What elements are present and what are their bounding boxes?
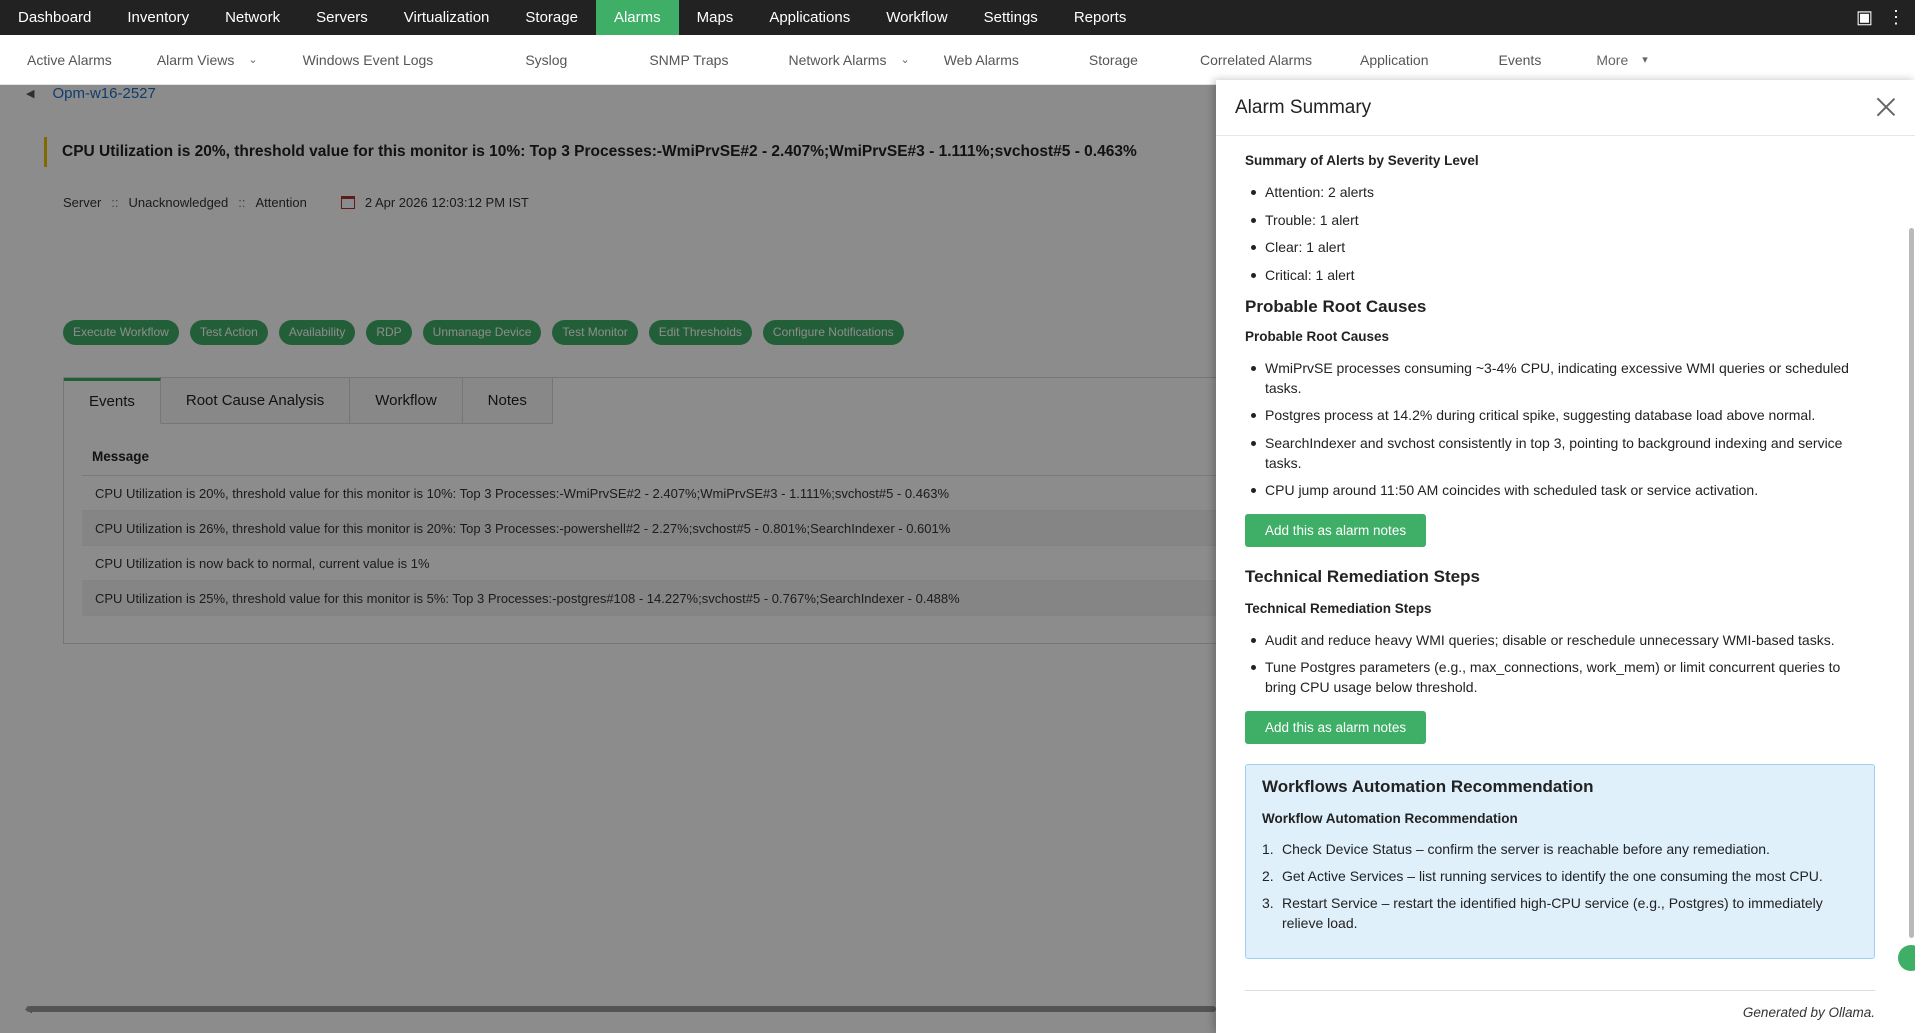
nav-maps[interactable]: Maps [679, 0, 752, 35]
subnav-label: Web Alarms [943, 51, 1019, 68]
subnav-syslog[interactable]: Syslog [451, 52, 585, 68]
close-icon[interactable] [1875, 96, 1897, 118]
nav-alarms[interactable]: Alarms [595, 0, 679, 35]
remediation-subtitle: Technical Remediation Steps [1245, 600, 1432, 616]
nav-inventory[interactable]: Inventory [109, 0, 207, 35]
list-item: 1. Check Device Status – confirm the serv… [1262, 839, 1858, 859]
nav-storage[interactable]: Storage [507, 0, 596, 35]
vertical-scrollbar[interactable] [1909, 228, 1914, 938]
top-nav: Dashboard Inventory Network Servers Virt… [0, 0, 1915, 35]
subnav-label: Network Alarms [788, 51, 887, 68]
subnav-label: Windows Event Logs [302, 51, 434, 68]
subnav-application[interactable]: Application [1330, 52, 1447, 68]
subnav-label: Application [1360, 51, 1429, 68]
kebab-menu-icon[interactable]: ⋮ [1887, 0, 1905, 35]
step-text: Restart Service – restart the identified… [1282, 894, 1823, 931]
step-number: 2. [1262, 867, 1274, 884]
subnav-windows-event-logs[interactable]: Windows Event Logs [276, 52, 452, 68]
subnav-storage[interactable]: Storage [1037, 52, 1156, 68]
subnav-network-alarms[interactable]: Network Alarms ⌄ [746, 52, 927, 68]
subnav-label: Alarm Views [156, 51, 235, 68]
subnav-more[interactable]: More ▾ [1569, 52, 1665, 68]
workflow-recommendation-box: Workflows Automation Recommendation Work… [1245, 763, 1875, 959]
list-item: Clear: 1 alert [1245, 237, 1875, 257]
list-item: WmiPrvSE processes consuming ~3-4% CPU, … [1245, 358, 1875, 398]
step-number: 1. [1262, 840, 1274, 857]
root-causes-list: WmiPrvSE processes consuming ~3-4% CPU, … [1245, 358, 1875, 501]
nav-servers[interactable]: Servers [298, 0, 386, 35]
panel-body: Summary of Alerts by Severity Level Atte… [1245, 136, 1875, 1033]
list-item: Tune Postgres parameters (e.g., max_conn… [1245, 657, 1875, 697]
list-item: 3. Restart Service – restart the identifi… [1262, 893, 1858, 933]
subnav-label: Active Alarms [27, 51, 112, 68]
generated-by-note: Generated by Ollama. [1742, 1004, 1875, 1020]
nav-right-tools: ▣ ⋮ [1856, 0, 1915, 35]
nav-reports[interactable]: Reports [1056, 0, 1145, 35]
summary-list: Attention: 2 alerts Trouble: 1 alert Cle… [1245, 182, 1875, 285]
step-text: Get Active Services – list running servi… [1282, 867, 1823, 884]
subnav-web-alarms[interactable]: Web Alarms [928, 52, 1037, 68]
root-causes-subtitle: Probable Root Causes [1245, 328, 1390, 344]
summary-heading: Summary of Alerts by Severity Level [1245, 153, 1479, 168]
workflow-box-subtitle: Workflow Automation Recommendation [1262, 810, 1518, 826]
nav-settings[interactable]: Settings [966, 0, 1056, 35]
divider [1245, 989, 1875, 991]
subnav-events[interactable]: Events [1447, 52, 1560, 68]
nav-network[interactable]: Network [207, 0, 298, 35]
list-item: Trouble: 1 alert [1245, 210, 1875, 230]
list-item: Postgres process at 14.2% during critica… [1245, 405, 1875, 425]
subnav-label: More [1596, 51, 1629, 68]
subnav-snmp-traps[interactable]: SNMP Traps [585, 52, 746, 68]
subnav-active-alarms[interactable]: Active Alarms [0, 52, 130, 68]
panel-header: Alarm Summary [1216, 80, 1915, 136]
list-item: 2. Get Active Services – list running ser… [1262, 866, 1858, 886]
caret-down-icon: ▾ [1642, 54, 1648, 66]
step-number: 3. [1262, 894, 1274, 911]
subnav-correlated-alarms[interactable]: Correlated Alarms [1156, 52, 1330, 68]
nav-dashboard[interactable]: Dashboard [0, 0, 109, 35]
subnav-label: Storage [1088, 51, 1138, 68]
subnav-label: Events [1498, 51, 1542, 68]
subnav-alarm-views[interactable]: Alarm Views ⌄ [130, 52, 276, 68]
alarm-summary-panel: Alarm Summary Summary of Alerts by Sever… [1216, 80, 1915, 1033]
subnav-label: Syslog [525, 51, 568, 68]
subnav-label: SNMP Traps [649, 51, 729, 68]
add-remediation-notes-button[interactable]: Add this as alarm notes [1245, 710, 1427, 744]
sub-nav: Active Alarms Alarm Views ⌄ Windows Event… [0, 35, 1915, 85]
remediation-list: Audit and reduce heavy WMI queries; disa… [1245, 630, 1875, 698]
subnav-label: Correlated Alarms [1199, 51, 1313, 68]
list-item: SearchIndexer and svchost consistently i… [1245, 433, 1875, 473]
list-item: CPU jump around 11:50 AM coincides with … [1245, 480, 1875, 500]
chevron-down-icon: ⌄ [900, 54, 910, 66]
workflow-box-title: Workflows Automation Recommendation [1262, 776, 1594, 796]
workflow-steps-list: 1. Check Device Status – confirm the serv… [1262, 839, 1858, 933]
remediation-title: Technical Remediation Steps [1245, 566, 1480, 586]
nav-workflow[interactable]: Workflow [868, 0, 965, 35]
list-item: Critical: 1 alert [1245, 265, 1875, 285]
panel-title: Alarm Summary [1235, 96, 1372, 118]
list-item: Attention: 2 alerts [1245, 182, 1875, 202]
nav-applications[interactable]: Applications [751, 0, 868, 35]
list-item: Audit and reduce heavy WMI queries; disa… [1245, 630, 1875, 650]
chevron-down-icon: ⌄ [248, 54, 258, 66]
calendar-icon[interactable]: ▣ [1856, 0, 1873, 35]
step-text: Check Device Status – confirm the server… [1282, 840, 1770, 857]
add-root-causes-notes-button[interactable]: Add this as alarm notes [1245, 513, 1427, 547]
root-causes-title: Probable Root Causes [1245, 296, 1427, 316]
nav-virtualization[interactable]: Virtualization [386, 0, 508, 35]
